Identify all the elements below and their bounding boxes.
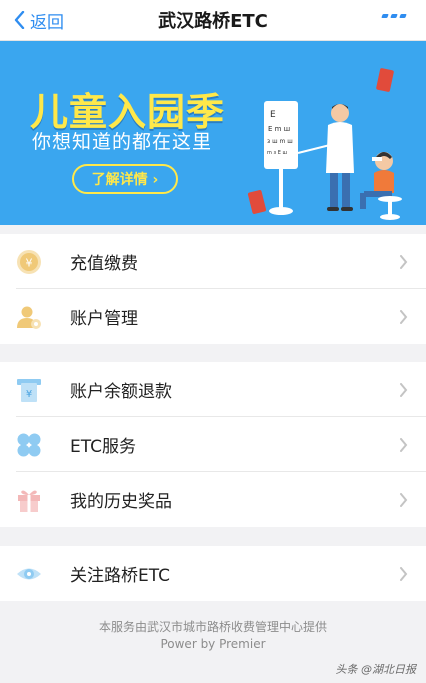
- menu-item-label: ETC服务: [70, 437, 136, 457]
- chevron-left-icon: [14, 11, 25, 29]
- more-dot: [381, 14, 389, 18]
- back-label: 返回: [30, 12, 64, 33]
- page-title: 武汉路桥ETC: [158, 11, 268, 32]
- menu-item-label: 我的历史奖品: [70, 492, 172, 512]
- svg-text:m з E ш: m з E ш: [267, 150, 287, 156]
- menu-group-account: ¥ 充值缴费 账户管理: [0, 234, 426, 344]
- chevron-right-icon: [400, 383, 408, 397]
- menu-group-follow: 关注路桥ETC: [0, 546, 426, 601]
- svg-text:E m ш: E m ш: [268, 125, 290, 133]
- menu-item-label: 关注路桥ETC: [70, 566, 170, 586]
- chevron-right-icon: [400, 567, 408, 581]
- footer-provider: 本服务由武汉市城市路桥收费管理中心提供: [98, 620, 327, 634]
- chevron-right-icon: [400, 310, 408, 324]
- menu-item-label: 充值缴费: [70, 254, 138, 274]
- more-dot: [390, 14, 398, 18]
- chevron-right-icon: [400, 493, 408, 507]
- banner-subtitle: 你想知道的都在这里: [32, 131, 213, 153]
- promo-banner[interactable]: 儿童入园季 你想知道的都在这里 了解详情 › E E m ш з ш m ш m…: [0, 41, 426, 225]
- user-settings-icon: [17, 306, 41, 329]
- more-dot: [399, 14, 407, 18]
- menu-item-label: 账户管理: [70, 309, 138, 329]
- eye-icon: [17, 568, 41, 580]
- menu-item-recharge[interactable]: ¥ 充值缴费: [0, 234, 426, 289]
- back-button[interactable]: 返回: [14, 0, 64, 40]
- nav-bar: 返回 武汉路桥ETC: [0, 0, 426, 41]
- svg-text:¥: ¥: [26, 389, 32, 400]
- svg-text:E: E: [270, 110, 276, 120]
- refund-icon: ¥: [17, 379, 41, 402]
- svg-text:з ш m ш: з ш m ш: [267, 138, 293, 145]
- menu-item-balance-refund[interactable]: ¥ 账户余额退款: [0, 362, 426, 417]
- menu-item-follow-etc[interactable]: 关注路桥ETC: [0, 546, 426, 601]
- coin-icon: ¥: [17, 250, 41, 274]
- menu-item-label: 账户余额退款: [70, 382, 172, 402]
- menu-group-services: ¥ 账户余额退款 ETC服务 我的历史奖品: [0, 362, 426, 527]
- menu-item-etc-service[interactable]: ETC服务: [0, 417, 426, 472]
- svg-text:¥: ¥: [26, 257, 33, 270]
- clover-icon: [17, 433, 41, 457]
- menu-item-account-management[interactable]: 账户管理: [0, 289, 426, 344]
- footer-powered-by: Power by Premier: [160, 637, 266, 651]
- eye-exam-illustration: E E m ш з ш m ш m з E ш: [247, 68, 402, 220]
- gift-icon: [18, 490, 40, 512]
- learn-more-button[interactable]: 了解详情 ›: [72, 164, 178, 194]
- chevron-right-icon: [400, 438, 408, 452]
- chevron-right-icon: [400, 255, 408, 269]
- menu-item-prize-history[interactable]: 我的历史奖品: [0, 472, 426, 527]
- watermark: 头条 @湖北日报: [335, 663, 417, 676]
- more-button[interactable]: [381, 14, 407, 18]
